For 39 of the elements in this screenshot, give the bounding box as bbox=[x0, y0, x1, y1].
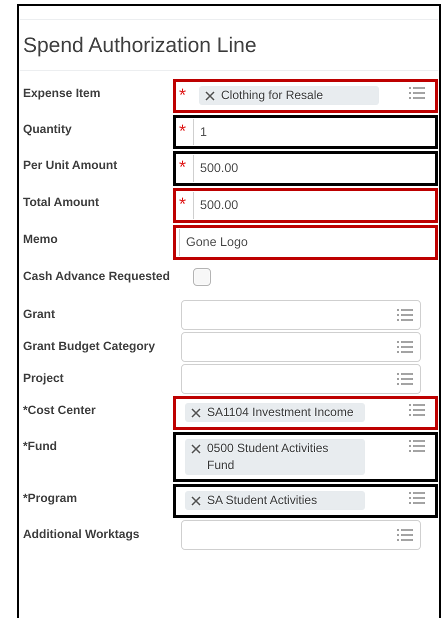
select-field[interactable] bbox=[181, 332, 421, 362]
list-icon[interactable] bbox=[396, 340, 414, 354]
required-asterisk: * bbox=[179, 157, 188, 178]
select-field[interactable] bbox=[181, 520, 421, 550]
field-label: Quantity bbox=[23, 120, 73, 136]
required-asterisk: * bbox=[179, 84, 188, 104]
field-label: *Fund bbox=[23, 438, 58, 454]
field-label: Grant bbox=[23, 306, 56, 322]
page-title: Spend Authorization Line bbox=[19, 20, 439, 70]
chip-text: 0500 Student Activities Fund bbox=[207, 440, 330, 474]
field-label: Grant Budget Category bbox=[23, 338, 156, 354]
remove-icon[interactable] bbox=[191, 444, 201, 454]
remove-icon[interactable] bbox=[191, 496, 201, 506]
list-icon[interactable] bbox=[408, 438, 426, 452]
select-field[interactable] bbox=[181, 364, 421, 394]
field-label: Memo bbox=[23, 230, 59, 247]
field-label: Cash Advance Requested bbox=[23, 268, 171, 284]
field-label: Project bbox=[23, 370, 65, 386]
required-asterisk: * bbox=[179, 120, 188, 140]
field-label: Additional Worktags bbox=[23, 526, 140, 542]
chip-text: SA Student Activities bbox=[207, 492, 318, 508]
list-icon[interactable] bbox=[408, 86, 426, 100]
list-icon[interactable] bbox=[408, 490, 426, 504]
chip-text: Clothing for Resale bbox=[221, 86, 324, 104]
field-label: Total Amount bbox=[23, 194, 100, 210]
field-label: Expense Item bbox=[23, 84, 102, 100]
chip-text: SA1104 Investment Income bbox=[207, 404, 355, 420]
field-label: Per Unit Amount bbox=[23, 157, 118, 174]
list-icon[interactable] bbox=[396, 528, 414, 542]
checkbox[interactable] bbox=[193, 268, 211, 286]
select-field[interactable] bbox=[181, 300, 421, 330]
remove-icon[interactable] bbox=[191, 408, 201, 418]
required-asterisk: * bbox=[179, 194, 188, 214]
list-icon[interactable] bbox=[408, 402, 426, 416]
remove-icon[interactable] bbox=[205, 90, 215, 100]
field-label: *Cost Center bbox=[23, 402, 97, 418]
field-label: *Program bbox=[23, 490, 78, 506]
list-icon[interactable] bbox=[396, 308, 414, 322]
list-icon[interactable] bbox=[396, 372, 414, 386]
